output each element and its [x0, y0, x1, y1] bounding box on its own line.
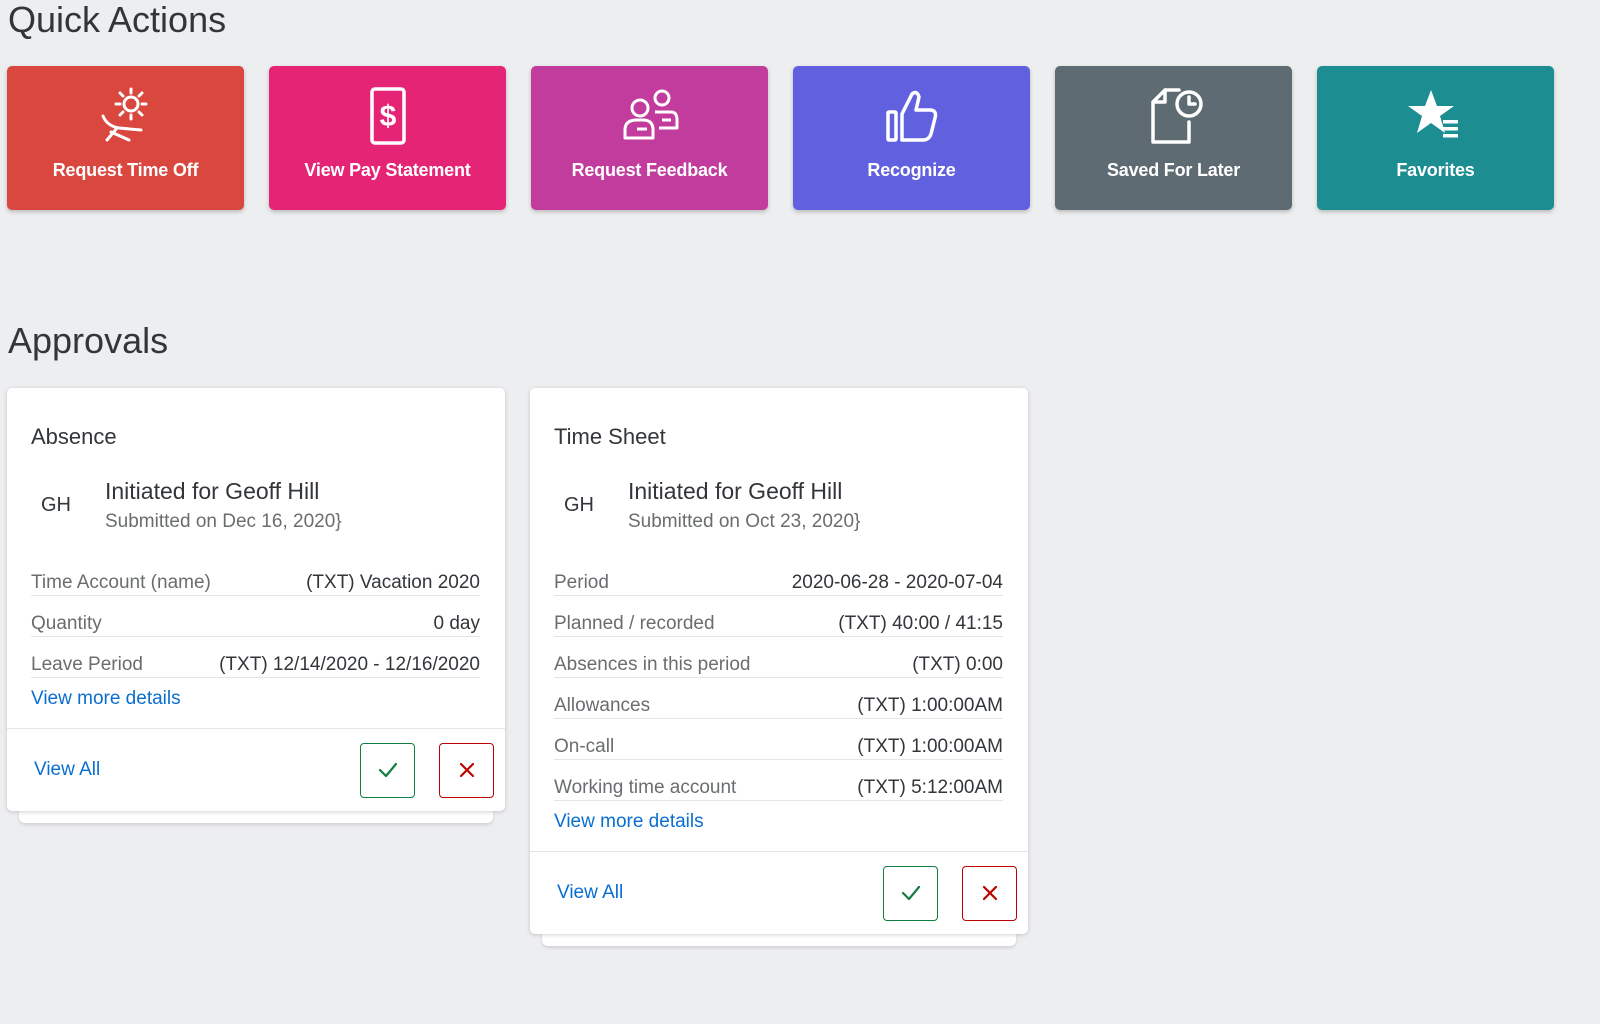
tile-label: Request Time Off: [52, 160, 199, 180]
saved-for-later-tile[interactable]: Saved For Later: [1055, 66, 1292, 210]
field-value: (TXT) 0:00: [912, 654, 1003, 676]
approve-button[interactable]: [883, 865, 938, 921]
initiated-for-text: Initiated for Geoff Hill: [628, 478, 843, 505]
field-value: 2020-06-28 - 2020-07-04: [791, 572, 1003, 594]
submitted-date-text: Submitted on Oct 23, 2020}: [628, 511, 861, 533]
saved-document-clock-icon: [1137, 80, 1211, 154]
field-label: Period: [554, 572, 609, 594]
close-icon: [982, 886, 997, 901]
field-label: On-call: [554, 736, 615, 758]
absence-card-wrapper: Absence GH Initiated for Geoff Hill Subm…: [7, 388, 505, 824]
view-more-details-link[interactable]: View more details: [31, 688, 480, 728]
thumbs-up-icon: [875, 80, 949, 154]
quick-actions-title: Quick Actions: [8, 0, 227, 40]
field-row: Period 2020-06-28 - 2020-07-04: [554, 555, 1003, 597]
person-summary: GH Initiated for Geoff Hill Submitted on…: [554, 478, 1003, 533]
field-value: 0 day: [433, 613, 480, 635]
tile-label: Recognize: [867, 160, 956, 180]
field-row: Quantity 0 day: [31, 596, 480, 638]
field-row: Working time account (TXT) 5:12:00AM: [554, 760, 1003, 802]
field-row: Absences in this period (TXT) 0:00: [554, 637, 1003, 679]
request-feedback-tile[interactable]: Request Feedback: [531, 66, 768, 210]
request-time-off-tile[interactable]: Request Time Off: [7, 66, 244, 210]
card-stack-edge: [19, 809, 493, 824]
person-summary: GH Initiated for Geoff Hill Submitted on…: [31, 478, 480, 533]
checkmark-icon: [901, 886, 920, 901]
field-value: (TXT) 1:00:00AM: [857, 736, 1003, 758]
approvals-title: Approvals: [8, 320, 169, 361]
tile-label: Request Feedback: [571, 160, 728, 180]
favorites-tile[interactable]: Favorites: [1317, 66, 1554, 210]
field-label: Allowances: [554, 695, 651, 717]
tile-label: Saved For Later: [1106, 160, 1241, 180]
field-value: (TXT) 5:12:00AM: [857, 777, 1003, 799]
field-value: (TXT) 12/14/2020 - 12/16/2020: [219, 654, 480, 676]
approve-button[interactable]: [360, 742, 415, 798]
card-footer: View All: [530, 851, 1028, 934]
field-label: Time Account (name): [31, 572, 211, 594]
card-title: Absence: [31, 424, 117, 449]
field-value: (TXT) 40:00 / 41:15: [838, 613, 1003, 635]
card-stack-edge: [542, 932, 1016, 947]
field-label: Planned / recorded: [554, 613, 715, 635]
reject-button[interactable]: [962, 865, 1017, 921]
sunbed-icon: [89, 80, 163, 154]
absence-approval-card: Absence GH Initiated for Geoff Hill Subm…: [7, 388, 505, 812]
quick-actions-tiles: Request Time Off $ View Pay Statement Re…: [7, 66, 1554, 210]
field-row: Planned / recorded (TXT) 40:00 / 41:15: [554, 596, 1003, 638]
field-label: Absences in this period: [554, 654, 751, 676]
time-sheet-card-wrapper: Time Sheet GH Initiated for Geoff Hill S…: [530, 388, 1028, 947]
tile-label: Favorites: [1396, 160, 1475, 180]
view-all-link[interactable]: View All: [34, 759, 336, 781]
reject-button[interactable]: [439, 742, 494, 798]
field-row: Time Account (name) (TXT) Vacation 2020: [31, 555, 480, 597]
view-all-link[interactable]: View All: [557, 882, 859, 904]
field-label: Working time account: [554, 777, 737, 799]
card-title: Time Sheet: [554, 424, 666, 449]
view-more-details-link[interactable]: View more details: [554, 811, 1003, 851]
pay-statement-icon: $: [351, 80, 425, 154]
avatar: GH: [564, 494, 594, 517]
field-label: Quantity: [31, 613, 102, 635]
field-row: Leave Period (TXT) 12/14/2020 - 12/16/20…: [31, 637, 480, 679]
card-footer: View All: [7, 728, 505, 811]
recognize-tile[interactable]: Recognize: [793, 66, 1030, 210]
view-pay-statement-tile[interactable]: $ View Pay Statement: [269, 66, 506, 210]
initiated-for-text: Initiated for Geoff Hill: [105, 478, 320, 505]
field-row: Allowances (TXT) 1:00:00AM: [554, 678, 1003, 720]
field-value: (TXT) 1:00:00AM: [857, 695, 1003, 717]
time-sheet-approval-card: Time Sheet GH Initiated for Geoff Hill S…: [530, 388, 1028, 935]
checkmark-icon: [378, 763, 397, 778]
avatar: GH: [41, 494, 71, 517]
close-icon: [459, 763, 474, 778]
svg-text:$: $: [379, 100, 396, 133]
field-row: On-call (TXT) 1:00:00AM: [554, 719, 1003, 761]
tile-label: View Pay Statement: [304, 160, 471, 180]
star-list-icon: [1399, 80, 1473, 154]
field-value: (TXT) Vacation 2020: [306, 572, 480, 594]
field-label: Leave Period: [31, 654, 143, 676]
feedback-people-icon: [613, 80, 687, 154]
submitted-date-text: Submitted on Dec 16, 2020}: [105, 511, 342, 533]
